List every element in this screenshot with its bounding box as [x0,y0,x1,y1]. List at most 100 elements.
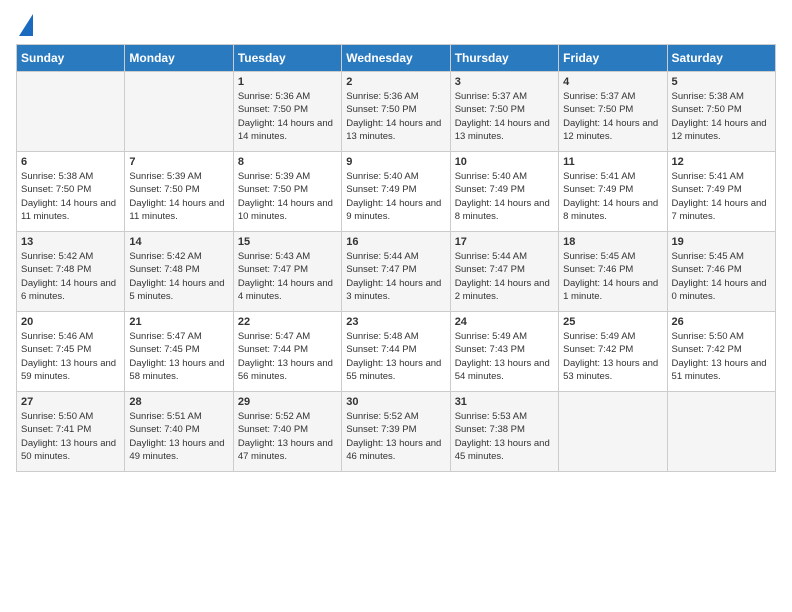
calendar-cell: 3 Sunrise: 5:37 AMSunset: 7:50 PMDaylight… [450,72,558,152]
day-number: 11 [563,156,662,168]
day-number: 14 [129,236,228,248]
day-number: 10 [455,156,554,168]
day-number: 16 [346,236,445,248]
day-info: Sunrise: 5:38 AMSunset: 7:50 PMDaylight:… [21,170,120,223]
day-number: 26 [672,316,771,328]
calendar-cell: 29Sunrise: 5:52 AMSunset: 7:40 PMDayligh… [233,392,341,472]
day-info: Sunrise: 5:43 AMSunset: 7:47 PMDaylight:… [238,250,337,303]
calendar-cell [559,392,667,472]
day-number: 31 [455,396,554,408]
calendar-week-5: 27 Sunrise: 5:50 AMSunset: 7:41 PMDayligh… [17,392,776,472]
day-info: Sunrise: 5:45 AMSunset: 7:46 PMDaylight:… [563,250,662,303]
logo [16,16,33,36]
day-info: Sunrise: 5:44 AMSunset: 7:47 PMDaylight:… [346,250,445,303]
calendar-cell [125,72,233,152]
day-info: Sunrise: 5:51 AMSunset: 7:40 PMDaylight:… [129,410,228,463]
calendar-cell: 19Sunrise: 5:45 AMSunset: 7:46 PMDayligh… [667,232,775,312]
day-number: 3 [455,76,554,88]
day-number: 22 [238,316,337,328]
calendar-week-3: 13 Sunrise: 5:42 AMSunset: 7:48 PMDayligh… [17,232,776,312]
calendar-cell: 27 Sunrise: 5:50 AMSunset: 7:41 PMDayligh… [17,392,125,472]
day-info: Sunrise: 5:52 AMSunset: 7:40 PMDaylight:… [238,410,337,463]
day-number: 30 [346,396,445,408]
calendar-cell: 23 Sunrise: 5:48 AMSunset: 7:44 PMDayligh… [342,312,450,392]
day-info: Sunrise: 5:41 AMSunset: 7:49 PMDaylight:… [563,170,662,223]
day-info: Sunrise: 5:48 AMSunset: 7:44 PMDaylight:… [346,330,445,383]
calendar-cell: 17 Sunrise: 5:44 AMSunset: 7:47 PMDayligh… [450,232,558,312]
calendar-cell: 12Sunrise: 5:41 AMSunset: 7:49 PMDayligh… [667,152,775,232]
calendar-cell: 15 Sunrise: 5:43 AMSunset: 7:47 PMDayligh… [233,232,341,312]
day-number: 2 [346,76,445,88]
day-info: Sunrise: 5:50 AMSunset: 7:41 PMDaylight:… [21,410,120,463]
header-day-sunday: Sunday [17,45,125,72]
day-number: 1 [238,76,337,88]
day-number: 17 [455,236,554,248]
calendar-cell: 5 Sunrise: 5:38 AMSunset: 7:50 PMDaylight… [667,72,775,152]
header-row: SundayMondayTuesdayWednesdayThursdayFrid… [17,45,776,72]
header-day-thursday: Thursday [450,45,558,72]
calendar-cell: 25 Sunrise: 5:49 AMSunset: 7:42 PMDayligh… [559,312,667,392]
header-day-wednesday: Wednesday [342,45,450,72]
day-number: 27 [21,396,120,408]
calendar-cell: 31 Sunrise: 5:53 AMSunset: 7:38 PMDayligh… [450,392,558,472]
day-info: Sunrise: 5:42 AMSunset: 7:48 PMDaylight:… [129,250,228,303]
calendar-cell: 2 Sunrise: 5:36 AMSunset: 7:50 PMDaylight… [342,72,450,152]
day-number: 15 [238,236,337,248]
page-header [16,16,776,36]
day-number: 23 [346,316,445,328]
day-number: 4 [563,76,662,88]
day-info: Sunrise: 5:53 AMSunset: 7:38 PMDaylight:… [455,410,554,463]
calendar-cell: 30Sunrise: 5:52 AMSunset: 7:39 PMDayligh… [342,392,450,472]
day-number: 9 [346,156,445,168]
calendar-cell: 16 Sunrise: 5:44 AMSunset: 7:47 PMDayligh… [342,232,450,312]
calendar-cell: 14 Sunrise: 5:42 AMSunset: 7:48 PMDayligh… [125,232,233,312]
day-info: Sunrise: 5:44 AMSunset: 7:47 PMDaylight:… [455,250,554,303]
day-number: 8 [238,156,337,168]
header-day-friday: Friday [559,45,667,72]
calendar-cell: 20 Sunrise: 5:46 AMSunset: 7:45 PMDayligh… [17,312,125,392]
calendar-table: SundayMondayTuesdayWednesdayThursdayFrid… [16,44,776,472]
calendar-week-1: 1 Sunrise: 5:36 AMSunset: 7:50 PMDaylight… [17,72,776,152]
calendar-cell [17,72,125,152]
day-info: Sunrise: 5:41 AMSunset: 7:49 PMDaylight:… [672,170,771,223]
calendar-body: 1 Sunrise: 5:36 AMSunset: 7:50 PMDaylight… [17,72,776,472]
day-number: 5 [672,76,771,88]
calendar-cell: 26 Sunrise: 5:50 AMSunset: 7:42 PMDayligh… [667,312,775,392]
logo-triangle-icon [19,14,33,36]
calendar-cell: 24 Sunrise: 5:49 AMSunset: 7:43 PMDayligh… [450,312,558,392]
day-number: 25 [563,316,662,328]
header-day-monday: Monday [125,45,233,72]
day-info: Sunrise: 5:36 AMSunset: 7:50 PMDaylight:… [346,90,445,143]
day-info: Sunrise: 5:50 AMSunset: 7:42 PMDaylight:… [672,330,771,383]
calendar-cell: 22 Sunrise: 5:47 AMSunset: 7:44 PMDayligh… [233,312,341,392]
day-number: 24 [455,316,554,328]
calendar-cell: 1Sunrise: 5:36 AMSunset: 7:50 PMDaylight… [233,72,341,152]
day-info: Sunrise: 5:49 AMSunset: 7:43 PMDaylight:… [455,330,554,383]
calendar-cell: 18Sunrise: 5:45 AMSunset: 7:46 PMDayligh… [559,232,667,312]
day-info: Sunrise: 5:46 AMSunset: 7:45 PMDaylight:… [21,330,120,383]
calendar-cell [667,392,775,472]
calendar-cell: 21Sunrise: 5:47 AMSunset: 7:45 PMDayligh… [125,312,233,392]
day-info: Sunrise: 5:37 AMSunset: 7:50 PMDaylight:… [563,90,662,143]
day-info: Sunrise: 5:40 AMSunset: 7:49 PMDaylight:… [346,170,445,223]
day-info: Sunrise: 5:49 AMSunset: 7:42 PMDaylight:… [563,330,662,383]
calendar-cell: 6 Sunrise: 5:38 AMSunset: 7:50 PMDaylight… [17,152,125,232]
day-info: Sunrise: 5:47 AMSunset: 7:44 PMDaylight:… [238,330,337,383]
calendar-week-2: 6 Sunrise: 5:38 AMSunset: 7:50 PMDaylight… [17,152,776,232]
day-number: 13 [21,236,120,248]
header-day-saturday: Saturday [667,45,775,72]
calendar-header: SundayMondayTuesdayWednesdayThursdayFrid… [17,45,776,72]
day-info: Sunrise: 5:37 AMSunset: 7:50 PMDaylight:… [455,90,554,143]
header-day-tuesday: Tuesday [233,45,341,72]
calendar-cell: 13Sunrise: 5:42 AMSunset: 7:48 PMDayligh… [17,232,125,312]
day-number: 6 [21,156,120,168]
calendar-week-4: 20 Sunrise: 5:46 AMSunset: 7:45 PMDayligh… [17,312,776,392]
calendar-cell: 9 Sunrise: 5:40 AMSunset: 7:49 PMDaylight… [342,152,450,232]
day-number: 20 [21,316,120,328]
calendar-cell: 28 Sunrise: 5:51 AMSunset: 7:40 PMDayligh… [125,392,233,472]
day-number: 28 [129,396,228,408]
day-info: Sunrise: 5:38 AMSunset: 7:50 PMDaylight:… [672,90,771,143]
calendar-cell: 11 Sunrise: 5:41 AMSunset: 7:49 PMDayligh… [559,152,667,232]
calendar-cell: 7Sunrise: 5:39 AMSunset: 7:50 PMDaylight… [125,152,233,232]
day-info: Sunrise: 5:47 AMSunset: 7:45 PMDaylight:… [129,330,228,383]
